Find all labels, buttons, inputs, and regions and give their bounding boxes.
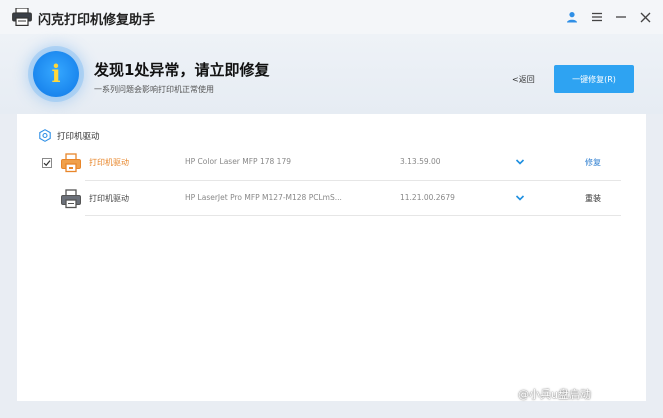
row-divider <box>85 215 621 216</box>
menu-icon[interactable] <box>588 8 606 26</box>
driver-version: 11.21.00.2679 <box>400 193 455 202</box>
app-title: 闪克打印机修复助手 <box>38 13 156 28</box>
driver-version: 3.13.59.00 <box>400 157 441 166</box>
row-checkbox[interactable] <box>42 158 52 168</box>
status-header: i 发现1处异常，请立即修复 一系列问题会影响打印机正常使用 <返回 一键修复(… <box>0 34 663 114</box>
printer-warning-icon <box>61 153 81 173</box>
driver-name: 打印机驱动 <box>89 194 129 203</box>
results-panel: 打印机驱动 打印机驱动 HP Color Laser MFP 178 179 3… <box>17 114 646 401</box>
info-alert-icon: i <box>33 51 79 97</box>
headline: 发现1处异常，请立即修复 <box>94 61 270 79</box>
repair-link[interactable]: 修复 <box>585 157 601 168</box>
row-divider <box>85 180 621 181</box>
printer-model: HP LaserJet Pro MFP M127-M128 PCLmS... <box>185 193 342 202</box>
section-title: 打印机驱动 <box>57 131 100 142</box>
alert-glyph: i <box>51 59 61 88</box>
section-header: 打印机驱动 <box>39 129 100 142</box>
user-icon[interactable] <box>563 8 581 26</box>
back-link[interactable]: <返回 <box>512 74 535 85</box>
checkmark-icon <box>43 160 51 167</box>
minimize-icon[interactable] <box>612 8 630 26</box>
watermark: @小兵u盘启动 <box>518 386 591 402</box>
subline: 一系列问题会影响打印机正常使用 <box>94 85 214 94</box>
printer-model: HP Color Laser MFP 178 179 <box>185 157 291 166</box>
chevron-down-icon[interactable] <box>514 156 526 168</box>
printer-icon <box>61 189 81 209</box>
driver-row: 打印机驱动 HP Color Laser MFP 178 179 3.13.59… <box>17 147 646 179</box>
driver-name: 打印机驱动 <box>89 158 129 167</box>
printer-icon <box>12 8 32 26</box>
chevron-down-icon[interactable] <box>514 192 526 204</box>
driver-hexagon-icon <box>39 129 51 142</box>
close-icon[interactable] <box>636 8 654 26</box>
fix-all-button[interactable]: 一键修复(R) <box>554 65 634 93</box>
watermark-text: @小兵u盘启动 <box>518 388 591 401</box>
driver-row: 打印机驱动 HP LaserJet Pro MFP M127-M128 PCLm… <box>17 183 646 215</box>
reinstall-link[interactable]: 重装 <box>585 193 601 204</box>
title-bar: 闪克打印机修复助手 <box>0 0 663 34</box>
